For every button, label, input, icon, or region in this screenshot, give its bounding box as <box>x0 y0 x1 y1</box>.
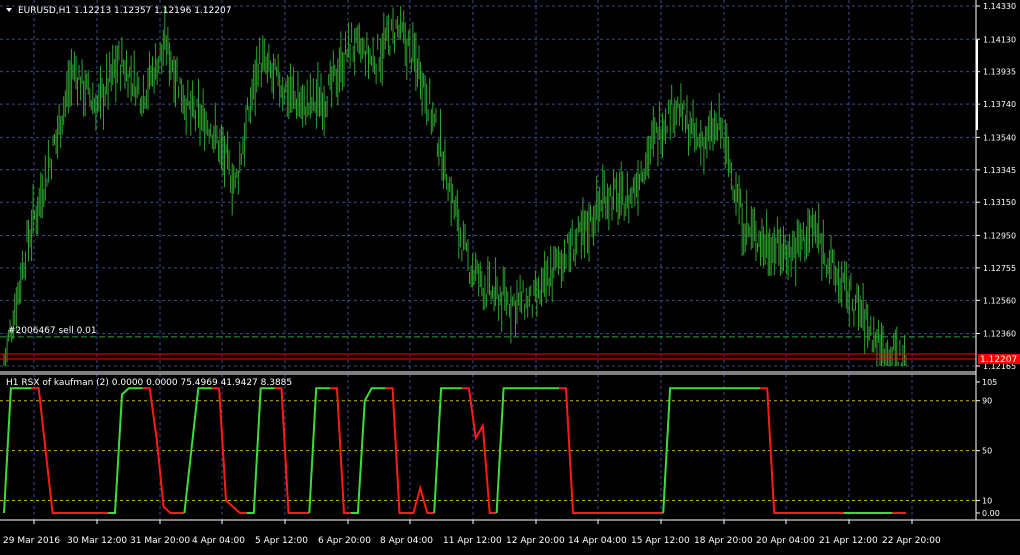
time-tick-label: 22 Apr 20:00 <box>882 536 941 546</box>
price-tick-label: 1.13150 <box>983 198 1016 207</box>
time-tick-label: 4 Apr 04:00 <box>192 536 245 546</box>
chart-window[interactable]: #2006467 sell 0.01 EURUSD,H1 1.12213 1.1… <box>0 0 1020 551</box>
time-tick-label: 30 Mar 12:00 <box>67 536 127 546</box>
time-tick-label: 8 Apr 04:00 <box>380 536 433 546</box>
price-tick-label: 1.14130 <box>983 35 1016 44</box>
time-tick-label: 18 Apr 20:00 <box>694 536 753 546</box>
indicator-axis: 105 90 50 10 0.00 <box>976 378 1000 518</box>
price-tick-label: 1.13740 <box>983 100 1016 109</box>
indicator-title: H1 RSX of kaufman (2) 0.0000 0.0000 75.4… <box>6 378 292 388</box>
time-tick-label: 20 Apr 04:00 <box>756 536 815 546</box>
price-tick-label: 1.12755 <box>983 264 1016 273</box>
time-axis: 29 Mar 2016 30 Mar 12:00 31 Mar 20:00 4 Apr… <box>3 520 941 546</box>
time-tick-label: 14 Apr 04:00 <box>568 536 627 546</box>
indicator-tick-label: 90 <box>982 397 992 406</box>
time-tick-label: 21 Apr 12:00 <box>819 536 878 546</box>
order-label: #2006467 sell 0.01 <box>8 326 97 336</box>
price-tick-label: 1.14330 <box>983 2 1016 11</box>
time-tick-label: 15 Apr 12:00 <box>631 536 690 546</box>
current-price-label: 1.12207 <box>980 355 1017 365</box>
time-tick-label: 6 Apr 20:00 <box>318 536 371 546</box>
indicator-segment <box>108 387 143 514</box>
price-series <box>3 6 907 366</box>
price-tick-label: 1.13345 <box>983 166 1016 175</box>
indicator-segment <box>3 387 32 514</box>
chart-canvas[interactable]: #2006467 sell 0.01 EURUSD,H1 1.12213 1.1… <box>0 0 1020 551</box>
time-tick-label: 31 Mar 20:00 <box>130 536 190 546</box>
time-tick-label: 29 Mar 2016 <box>3 536 60 546</box>
chart-title: EURUSD,H1 1.12213 1.12357 1.12196 1.1220… <box>18 6 231 16</box>
chevron-down-icon[interactable] <box>6 8 12 12</box>
time-tick-label: 12 Apr 20:00 <box>506 536 565 546</box>
price-axis: 1.14330 1.14130 1.13935 1.13740 1.13540 1.133… <box>976 2 1016 371</box>
price-tick-label: 1.12360 <box>983 330 1016 339</box>
indicator-segment <box>559 387 664 514</box>
indicator-tick-label: 50 <box>982 447 992 456</box>
scroll-marker[interactable] <box>976 40 978 130</box>
indicator-segment <box>274 387 310 514</box>
indicator-segment <box>461 387 497 514</box>
indicator-tick-label: 10 <box>982 497 992 506</box>
time-tick-label: 5 Apr 12:00 <box>255 536 308 546</box>
price-tick-label: 1.13935 <box>983 68 1016 77</box>
indicator-tick-label: 105 <box>982 378 997 387</box>
price-tick-label: 1.12560 <box>983 296 1016 305</box>
price-tick-label: 1.12950 <box>983 231 1016 240</box>
price-tick-label: 1.13540 <box>983 133 1016 142</box>
indicator-tick-label: 0.00 <box>982 509 1000 518</box>
indicator-segment <box>760 387 844 514</box>
chart-header: EURUSD,H1 1.12213 1.12357 1.12196 1.1220… <box>6 6 231 16</box>
time-tick-label: 11 Apr 12:00 <box>443 536 502 546</box>
